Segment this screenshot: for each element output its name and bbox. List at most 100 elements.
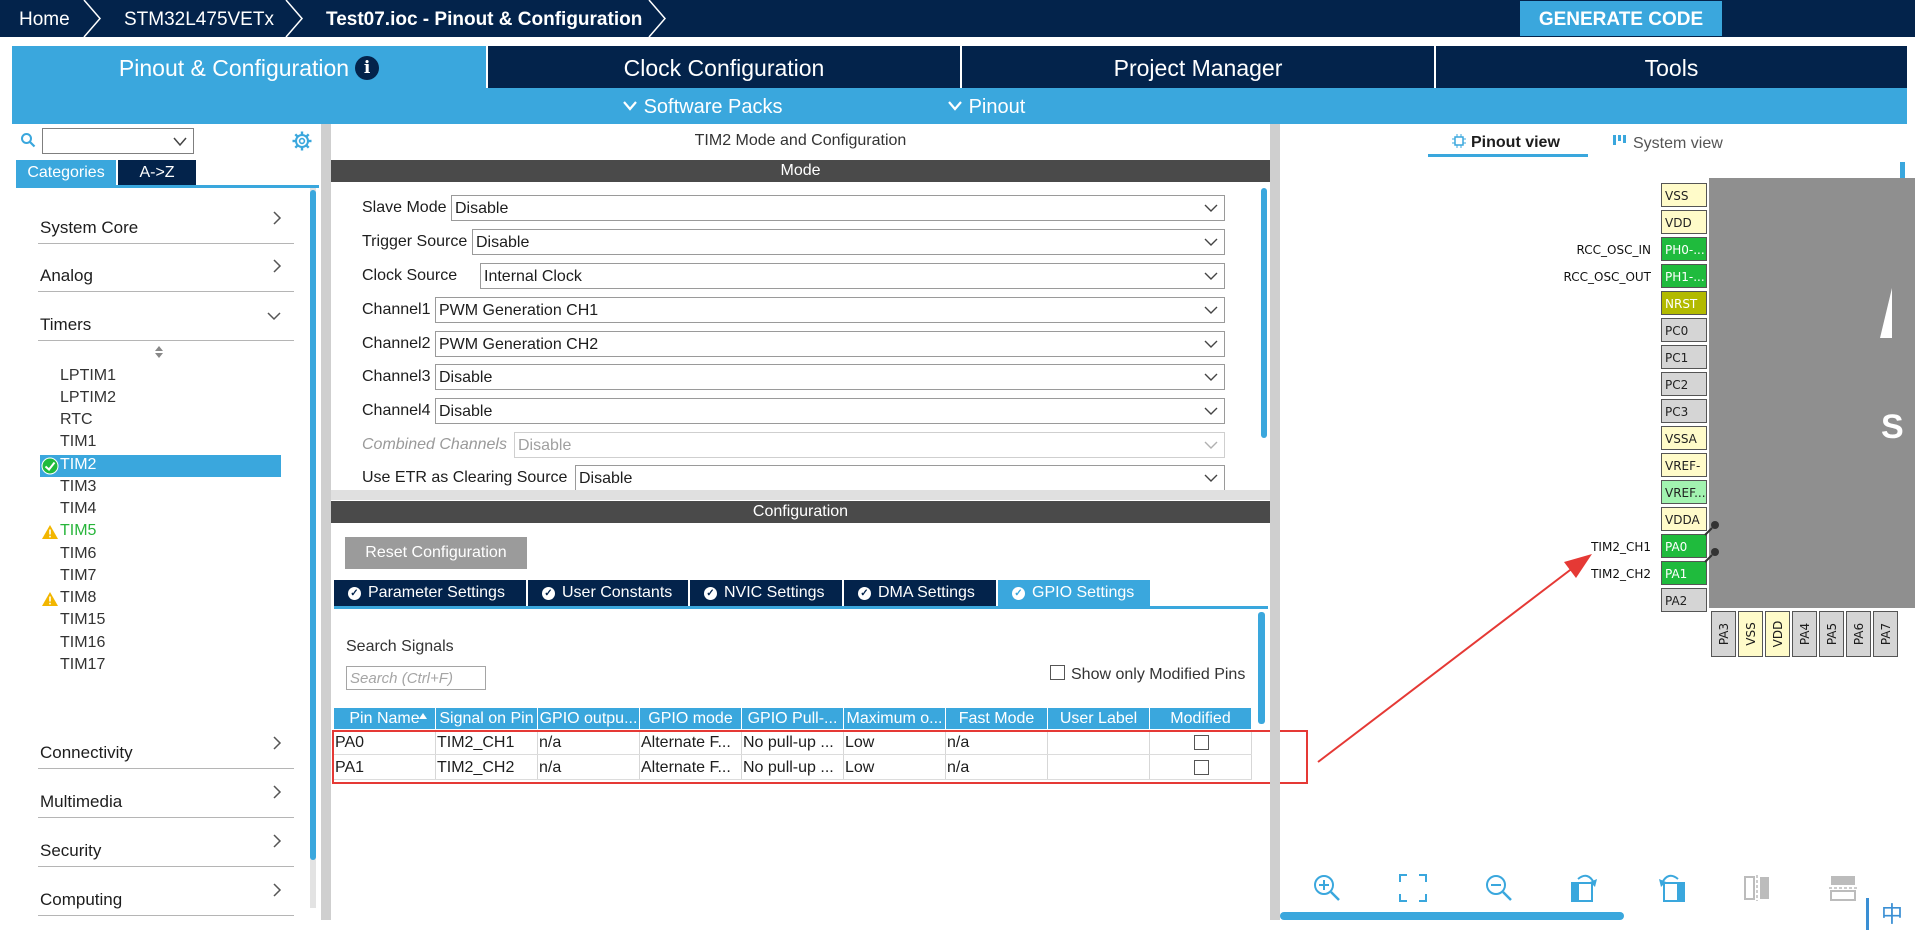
- sort-icon[interactable]: [153, 345, 165, 359]
- mode-config-splitter[interactable]: [331, 490, 1270, 500]
- pin-ph0[interactable]: PH0-...: [1661, 237, 1707, 261]
- tab-project-manager[interactable]: Project Manager: [960, 46, 1434, 88]
- category-multimedia[interactable]: Multimedia: [38, 770, 294, 818]
- pin-vref[interactable]: VREF...: [1661, 480, 1707, 504]
- pinout-menu[interactable]: Pinout: [947, 88, 1025, 124]
- timer-item-tim8[interactable]: TIM8: [60, 589, 96, 607]
- panel-divider[interactable]: [321, 124, 331, 920]
- pin-vdd[interactable]: VDD: [1661, 210, 1707, 234]
- tab-pinout-view[interactable]: Pinout view: [1452, 134, 1560, 152]
- show-modified-pins-toggle[interactable]: Show only Modified Pins: [1050, 665, 1245, 684]
- table-header-cell[interactable]: GPIO outpu...: [538, 708, 640, 729]
- table-header-cell[interactable]: User Label: [1048, 708, 1150, 729]
- category-divider: [38, 291, 294, 292]
- pin-bottom-vdd[interactable]: VDD: [1765, 611, 1790, 657]
- category-analog[interactable]: Analog: [38, 244, 294, 292]
- timer-item-tim2[interactable]: TIM2: [60, 456, 96, 474]
- timer-item-tim4[interactable]: TIM4: [60, 500, 96, 518]
- left-scrollbar[interactable]: [310, 190, 316, 860]
- pin-bottom-pa5[interactable]: PA5: [1819, 611, 1844, 657]
- pin-vssa[interactable]: VSSA: [1661, 426, 1707, 450]
- timer-item-tim3[interactable]: TIM3: [60, 478, 96, 496]
- table-header-cell[interactable]: GPIO mode: [640, 708, 742, 729]
- timer-item-tim16[interactable]: TIM16: [60, 634, 105, 652]
- fit-screen-icon[interactable]: [1398, 873, 1428, 903]
- table-header-cell[interactable]: GPIO Pull-...: [742, 708, 844, 729]
- pin-bottom-pa4[interactable]: PA4: [1792, 611, 1817, 657]
- category-connectivity[interactable]: Connectivity: [38, 721, 294, 769]
- pin-ph1[interactable]: PH1-...: [1661, 264, 1707, 288]
- table-header-cell[interactable]: Signal on Pin: [436, 708, 538, 729]
- tab-nvic-settings[interactable]: ✓ NVIC Settings: [690, 580, 842, 606]
- ime-indicator[interactable]: 中: [1866, 898, 1915, 930]
- gear-icon[interactable]: [292, 131, 312, 151]
- breadcrumb-mcu[interactable]: STM32L475VETx: [124, 0, 274, 37]
- pin-pc2[interactable]: PC2: [1661, 372, 1707, 396]
- etr-clearing-select[interactable]: Disable: [575, 465, 1225, 491]
- tab-categories[interactable]: Categories: [16, 160, 116, 186]
- table-header-cell[interactable]: Maximum o...: [844, 708, 946, 729]
- timer-item-tim15[interactable]: TIM15: [60, 611, 105, 629]
- tab-dma-settings[interactable]: ✓ DMA Settings: [844, 580, 996, 606]
- category-computing[interactable]: Computing: [38, 868, 294, 916]
- gpio-scrollbar[interactable]: [1258, 612, 1265, 724]
- pin-bottom-pa6[interactable]: PA6: [1846, 611, 1871, 657]
- zoom-out-icon[interactable]: [1484, 873, 1514, 903]
- rotate-left-icon[interactable]: [1656, 873, 1686, 903]
- flip-vertical-icon[interactable]: [1828, 873, 1858, 903]
- search-signals-input[interactable]: Search (Ctrl+F): [346, 666, 486, 690]
- pin-pc3[interactable]: PC3: [1661, 399, 1707, 423]
- mode-scrollbar[interactable]: [1261, 188, 1267, 438]
- tab-gpio-settings[interactable]: ✓ GPIO Settings: [998, 580, 1150, 606]
- tab-system-view[interactable]: System view: [1612, 134, 1723, 153]
- panel-divider[interactable]: [1270, 124, 1280, 920]
- slave-mode-select[interactable]: Disable: [451, 195, 1225, 221]
- pin-vref[interactable]: VREF-: [1661, 453, 1707, 477]
- tab-a-z[interactable]: A->Z: [118, 160, 196, 186]
- flip-horizontal-icon[interactable]: [1742, 873, 1772, 903]
- timer-item-tim1[interactable]: TIM1: [60, 433, 96, 451]
- timer-item-tim5[interactable]: TIM5: [60, 522, 96, 540]
- reset-configuration-button[interactable]: Reset Configuration: [345, 537, 527, 569]
- tab-pinout-configuration[interactable]: Pinout & Configuration i: [12, 46, 486, 88]
- timer-item-lptim1[interactable]: LPTIM1: [60, 367, 116, 385]
- channel3-select[interactable]: Disable: [435, 364, 1225, 390]
- pin-bottom-vss[interactable]: VSS: [1738, 611, 1763, 657]
- category-security[interactable]: Security: [38, 819, 294, 867]
- zoom-in-icon[interactable]: [1312, 873, 1342, 903]
- pin-pc1[interactable]: PC1: [1661, 345, 1707, 369]
- category-system-core[interactable]: System Core: [38, 196, 294, 244]
- timer-item-tim17[interactable]: TIM17: [60, 656, 105, 674]
- category-timers[interactable]: Timers: [38, 293, 294, 341]
- channel2-select[interactable]: PWM Generation CH2: [435, 331, 1225, 357]
- breadcrumb-file[interactable]: Test07.ioc - Pinout & Configuration: [326, 0, 642, 37]
- pin-bottom-pa7[interactable]: PA7: [1873, 611, 1898, 657]
- info-icon[interactable]: i: [355, 56, 380, 80]
- timer-item-rtc[interactable]: RTC: [60, 411, 93, 429]
- channel1-select[interactable]: PWM Generation CH1: [435, 297, 1225, 323]
- pin-pc0[interactable]: PC0: [1661, 318, 1707, 342]
- tab-parameter-settings[interactable]: ✓ Parameter Settings: [334, 580, 526, 606]
- tab-tools[interactable]: Tools: [1434, 46, 1907, 88]
- category-search-combo[interactable]: [42, 128, 194, 154]
- pinout-horizontal-scrollbar[interactable]: [1280, 912, 1624, 920]
- table-header-cell[interactable]: Fast Mode: [946, 708, 1048, 729]
- pin-pa2[interactable]: PA2: [1661, 588, 1707, 612]
- breadcrumb-home[interactable]: Home: [19, 0, 70, 37]
- rotate-right-icon[interactable]: [1570, 873, 1600, 903]
- generate-code-button[interactable]: GENERATE CODE: [1520, 1, 1722, 36]
- tab-clock-configuration[interactable]: Clock Configuration: [486, 46, 960, 88]
- timer-item-tim7[interactable]: TIM7: [60, 567, 96, 585]
- clock-source-select[interactable]: Internal Clock: [480, 263, 1225, 289]
- channel4-select[interactable]: Disable: [435, 398, 1225, 424]
- table-header-cell[interactable]: Modified: [1150, 708, 1252, 729]
- timer-item-lptim2[interactable]: LPTIM2: [60, 389, 116, 407]
- tab-user-constants[interactable]: ✓ User Constants: [528, 580, 688, 606]
- software-packs-menu[interactable]: Software Packs: [622, 88, 783, 124]
- pin-vss[interactable]: VSS: [1661, 183, 1707, 207]
- timer-item-tim6[interactable]: TIM6: [60, 545, 96, 563]
- trigger-source-select[interactable]: Disable: [472, 229, 1225, 255]
- pin-bottom-pa3[interactable]: PA3: [1711, 611, 1736, 657]
- pin-nrst[interactable]: NRST: [1661, 291, 1707, 315]
- checkbox[interactable]: [1050, 665, 1065, 680]
